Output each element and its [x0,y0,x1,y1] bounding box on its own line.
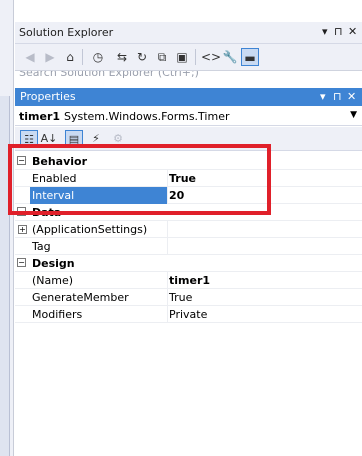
refresh-icon[interactable]: ↻ [133,48,151,66]
object-selector[interactable]: timer1 System.Windows.Forms.Timer ▼ [15,106,362,126]
property-name: Tag [32,240,51,253]
object-type: System.Windows.Forms.Timer [64,110,230,123]
toolbar-separator [82,49,83,65]
property-name: GenerateMember [32,291,129,304]
column-divider [167,289,168,306]
property-row[interactable]: (Name) timer1 [15,272,362,289]
sync-icon[interactable]: ⇆ [113,48,131,66]
forward-icon[interactable]: ▶ [41,48,59,66]
property-value[interactable]: timer1 [169,274,210,287]
property-row[interactable]: Modifiers Private [15,306,362,323]
close-icon[interactable]: ✕ [348,25,357,38]
copy-icon[interactable]: ▣ [173,48,191,66]
red-highlight-box [8,144,271,215]
property-name: (ApplicationSettings) [32,223,148,236]
property-row[interactable]: Tag [15,238,362,255]
property-row[interactable]: (ApplicationSettings) + [15,221,362,238]
close-icon[interactable]: ✕ [347,90,356,103]
property-name: (Name) [32,274,74,287]
preview-icon[interactable]: ▬ [241,48,259,66]
column-divider [167,272,168,289]
solution-explorer-title: Solution Explorer [19,26,114,39]
property-name: Modifiers [32,308,83,321]
property-row[interactable]: GenerateMember True [15,289,362,306]
history-icon[interactable]: ◷ [89,48,107,66]
back-icon[interactable]: ◀ [21,48,39,66]
category-label: Design [32,257,75,270]
toolbar-separator [195,49,196,65]
pin-icon[interactable]: ⊓ [334,25,343,38]
pin-icon[interactable]: ⊓ [333,90,342,103]
dropdown-icon[interactable]: ▾ [322,25,328,38]
properties-title: Properties [20,90,76,103]
search-placeholder: Search Solution Explorer (Ctrl+;) [19,70,199,79]
dropdown-icon[interactable]: ▾ [320,90,326,103]
expand-icon[interactable]: + [18,225,27,234]
home-icon[interactable]: ⌂ [61,48,79,66]
solution-explorer-search[interactable]: Search Solution Explorer (Ctrl+;) [15,70,362,86]
category-design[interactable]: − Design [15,255,362,272]
wrench-icon[interactable]: 🔧 [221,48,239,66]
property-value[interactable]: True [169,291,192,304]
chevron-down-icon[interactable]: ▼ [350,110,357,120]
object-name: timer1 [19,110,61,123]
column-divider [167,306,168,323]
collapse-icon[interactable]: ⧉ [153,48,171,66]
column-divider [167,221,168,238]
solution-explorer-title-bar: Solution Explorer ▾ ⊓ ✕ [15,22,362,44]
collapse-icon[interactable]: − [17,258,26,267]
properties-title-bar: Properties ▾ ⊓ ✕ [15,88,362,106]
property-value[interactable]: Private [169,308,207,321]
code-icon[interactable]: <> [201,48,221,66]
solution-explorer-toolbar: ◀ ▶ ⌂ ◷ ⇆ ↻ ⧉ ▣ <> 🔧 ▬ [15,44,362,70]
column-divider [167,238,168,255]
